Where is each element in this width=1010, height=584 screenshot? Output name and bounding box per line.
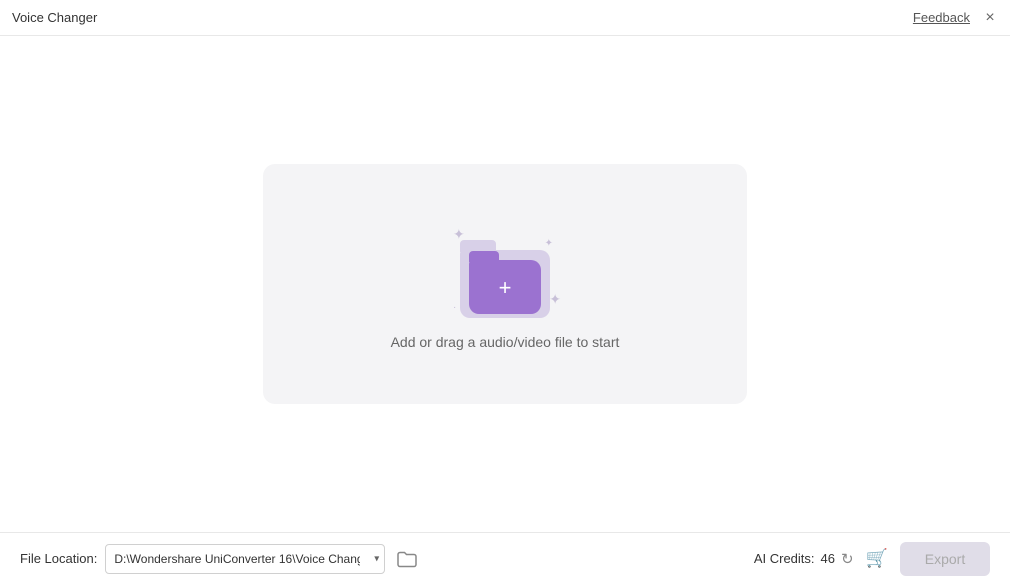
cart-icon[interactable]: 🛒 [866,548,888,569]
ai-credits-label: AI Credits: [754,551,815,566]
sparkle-icon-2: ✦ [549,291,561,308]
sparkle-icon-3: ✦ [545,238,553,249]
feedback-link[interactable]: Feedback [913,10,970,25]
sparkle-icon-1: ✦ [453,226,465,243]
title-bar: Voice Changer Feedback × [0,0,1010,36]
main-content: ✦ ✦ ✦ · + Add or drag a audio/video file… [0,36,1010,532]
ai-credits-group: AI Credits: 46 ↻ [754,550,854,568]
drop-zone[interactable]: ✦ ✦ ✦ · + Add or drag a audio/video file… [263,164,747,404]
drop-instruction-text: Add or drag a audio/video file to start [391,334,620,350]
title-bar-right: Feedback × [913,10,998,26]
file-location-select[interactable]: D:\Wondershare UniConverter 16\Voice Cha… [105,544,385,574]
ai-credits-value: 46 [821,551,835,566]
app-title: Voice Changer [12,10,97,25]
close-button[interactable]: × [982,10,998,26]
refresh-credits-icon[interactable]: ↻ [841,550,854,568]
folder-icon-container: ✦ ✦ ✦ · + [445,218,565,318]
file-location-label: File Location: [20,551,97,566]
file-location-group: File Location: D:\Wondershare UniConvert… [20,544,421,574]
browse-folder-button[interactable] [393,545,421,573]
bottom-bar: File Location: D:\Wondershare UniConvert… [0,532,1010,584]
folder-main-icon: + [469,260,541,314]
export-button[interactable]: Export [900,542,990,576]
right-controls: AI Credits: 46 ↻ 🛒 Export [754,542,990,576]
title-bar-left: Voice Changer [12,10,97,25]
sparkle-icon-4: · [453,302,456,313]
folder-plus-icon: + [499,277,512,299]
file-location-select-wrapper: D:\Wondershare UniConverter 16\Voice Cha… [105,544,385,574]
